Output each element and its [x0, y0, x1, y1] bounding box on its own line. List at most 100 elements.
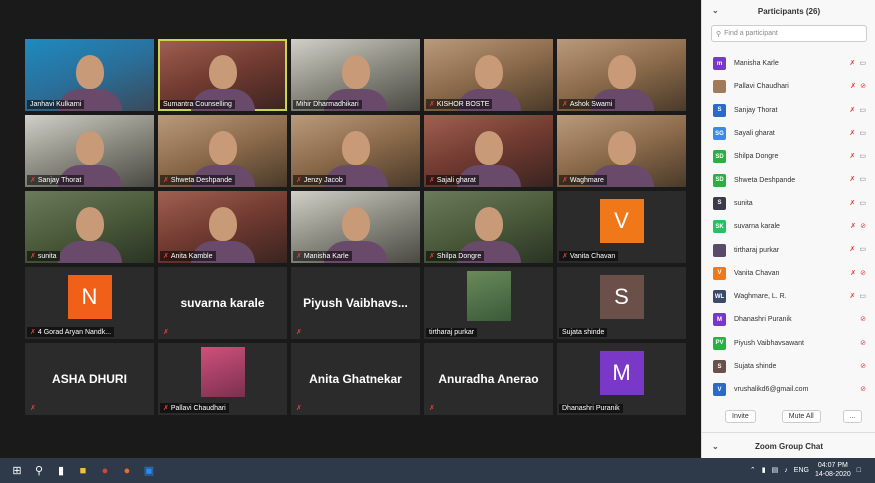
- video-tile[interactable]: Mihir Dharmadhikari: [291, 39, 420, 111]
- video-tile[interactable]: ✗ KISHOR BOSTE: [424, 39, 553, 111]
- mic-off-icon[interactable]: ✗: [850, 269, 856, 277]
- camera-icon[interactable]: ▭: [859, 129, 866, 137]
- video-tile[interactable]: N ✗ 4 Gorad Aryan Nandk...: [25, 267, 154, 339]
- network-icon[interactable]: ▤: [772, 466, 779, 474]
- video-tile[interactable]: ✗ Jenzy Jacob: [291, 115, 420, 187]
- task-view-icon[interactable]: ▮: [50, 458, 72, 483]
- video-tile[interactable]: ✗ sunita: [25, 191, 154, 263]
- video-tile[interactable]: M Dhanashri Puranik: [557, 343, 686, 415]
- participant-actions: Invite Mute All ...: [702, 405, 875, 427]
- more-button[interactable]: ...: [842, 409, 863, 423]
- mute-all-button[interactable]: Mute All: [781, 409, 821, 423]
- camera-off-icon[interactable]: ⊘: [860, 315, 866, 323]
- participant-row[interactable]: tirtharaj purkar ✗ ▭: [702, 238, 875, 261]
- participant-row[interactable]: SG Sayali gharat ✗ ▭: [702, 122, 875, 145]
- camera-icon[interactable]: ▭: [859, 199, 866, 207]
- participant-row[interactable]: m Manisha Karle ✗ ▭: [702, 52, 875, 75]
- mic-off-icon[interactable]: ✗: [850, 292, 856, 300]
- mic-off-icon[interactable]: ✗: [850, 152, 856, 160]
- video-tile[interactable]: Anita Ghatnekar ✗: [291, 343, 420, 415]
- mic-off-icon[interactable]: ✗: [850, 129, 856, 137]
- name-label: ✗ Ashok Swami: [559, 99, 616, 109]
- firefox-icon[interactable]: ●: [116, 458, 138, 483]
- muted-mic-icon: ✗: [30, 405, 36, 412]
- mic-off-icon[interactable]: ✗: [850, 199, 856, 207]
- person-icon[interactable]: ▮: [762, 466, 766, 474]
- chevron-up-icon[interactable]: ⌃: [750, 466, 756, 474]
- participant-row-name: Manisha Karle: [734, 60, 779, 68]
- camera-icon[interactable]: ▭: [859, 59, 866, 67]
- participant-status-icons: ⊘: [860, 339, 866, 347]
- participant-row[interactable]: S Sujata shinde ⊘: [702, 355, 875, 378]
- participant-row[interactable]: SK suvarna karale ✗ ⊘: [702, 215, 875, 238]
- video-tile[interactable]: ✗ Shweta Deshpande: [158, 115, 287, 187]
- participant-row[interactable]: M Dhanashri Puranik ⊘: [702, 308, 875, 331]
- camera-off-icon[interactable]: ⊘: [860, 82, 866, 90]
- video-tile[interactable]: ✗ Pallavi Chaudhari: [158, 343, 287, 415]
- participant-name: Ashok Swami: [569, 100, 613, 108]
- video-tile[interactable]: suvarna karale ✗: [158, 267, 287, 339]
- camera-off-icon[interactable]: ⊘: [860, 339, 866, 347]
- video-tile[interactable]: ✗ Sajali gharat: [424, 115, 553, 187]
- volume-icon[interactable]: ♪: [784, 467, 788, 474]
- video-tile[interactable]: ASHA DHURI ✗: [25, 343, 154, 415]
- participant-search[interactable]: ⚲ Find a participant: [711, 25, 867, 42]
- participant-row[interactable]: S Sanjay Thorat ✗ ▭: [702, 99, 875, 122]
- video-tile[interactable]: ✗ Shilpa Dongre: [424, 191, 553, 263]
- video-tile[interactable]: tirtharaj purkar: [424, 267, 553, 339]
- video-tile[interactable]: Anuradha Anerao ✗: [424, 343, 553, 415]
- participant-row[interactable]: PV Piyush Vaibhavsawant ⊘: [702, 332, 875, 355]
- zoom-icon[interactable]: ▣: [138, 458, 160, 483]
- mic-off-icon[interactable]: ✗: [850, 222, 856, 230]
- participants-panel: ⌄ Participants (26) ⚲ Find a participant…: [701, 0, 875, 458]
- clock[interactable]: 04:07 PM 14-08-2020: [815, 461, 851, 479]
- camera-icon[interactable]: ▭: [859, 106, 866, 114]
- group-chat-bar[interactable]: ⌄ Zoom Group Chat: [702, 432, 875, 459]
- video-tile[interactable]: V ✗ Vanita Chavan: [557, 191, 686, 263]
- camera-icon[interactable]: ▭: [859, 245, 866, 253]
- participant-row[interactable]: V Vanita Chavan ✗ ⊘: [702, 262, 875, 285]
- participant-row-name: Sujata shinde: [734, 363, 777, 370]
- participant-row[interactable]: Pallavi Chaudhari ✗ ⊘: [702, 75, 875, 98]
- notification-icon[interactable]: □: [857, 467, 861, 474]
- camera-icon[interactable]: ▭: [859, 175, 866, 183]
- search-icon[interactable]: ⚲: [28, 458, 50, 483]
- chrome-icon[interactable]: ●: [94, 458, 116, 483]
- muted-mic-icon: ✗: [296, 253, 302, 260]
- name-label: Dhanashri Puranik: [559, 404, 623, 413]
- participant-status-icons: ✗ ▭: [850, 175, 867, 183]
- video-tile[interactable]: ✗ Anita Kamble: [158, 191, 287, 263]
- participant-row[interactable]: WL Waghmare, L. R. ✗ ▭: [702, 285, 875, 308]
- language-label[interactable]: ENG: [794, 467, 809, 474]
- mic-off-icon[interactable]: ✗: [850, 59, 856, 67]
- video-tile[interactable]: S Sujata shinde: [557, 267, 686, 339]
- participant-row[interactable]: SD Shilpa Dongre ✗ ▭: [702, 145, 875, 168]
- video-tile[interactable]: ✗ Waghmare: [557, 115, 686, 187]
- video-tile[interactable]: Janhavi Kulkarni: [25, 39, 154, 111]
- camera-off-icon[interactable]: ⊘: [860, 222, 866, 230]
- participant-row[interactable]: Vvrushalikd6@gmail.com ⊘: [702, 378, 875, 401]
- start-icon[interactable]: ⊞: [6, 458, 28, 483]
- mic-off-icon[interactable]: ✗: [850, 175, 856, 183]
- video-tile[interactable]: Piyush Vaibhavs... ✗: [291, 267, 420, 339]
- video-tile[interactable]: Sumantra Counselling: [158, 39, 287, 111]
- mic-off-icon[interactable]: ✗: [850, 245, 856, 253]
- video-tile[interactable]: ✗ Ashok Swami: [557, 39, 686, 111]
- chat-chevron-icon[interactable]: ⌄: [712, 442, 719, 451]
- participant-row[interactable]: Ssunita ✗ ▭: [702, 192, 875, 215]
- camera-off-icon[interactable]: ⊘: [860, 269, 866, 277]
- camera-icon[interactable]: ▭: [859, 152, 866, 160]
- video-tile[interactable]: ✗ Manisha Karle: [291, 191, 420, 263]
- collapse-chevron-icon[interactable]: ⌄: [712, 6, 719, 15]
- participant-row[interactable]: SD Shweta Deshpande ✗ ▭: [702, 168, 875, 191]
- file-explorer-icon[interactable]: ■: [72, 458, 94, 483]
- windows-taskbar: ⊞ ⚲ ▮ ■ ● ● ▣ ⌃ ▮ ▤ ♪ ENG 04:07 PM 14-08…: [0, 458, 875, 483]
- invite-button[interactable]: Invite: [725, 409, 756, 423]
- video-tile[interactable]: ✗ Sanjay Thorat: [25, 115, 154, 187]
- camera-icon[interactable]: ▭: [859, 292, 866, 300]
- camera-off-icon[interactable]: ⊘: [860, 385, 866, 393]
- camera-off-icon[interactable]: ⊘: [860, 362, 866, 370]
- mic-off-icon[interactable]: ✗: [850, 82, 856, 90]
- participant-list[interactable]: m Manisha Karle ✗ ▭ Pallavi Chaudhari ✗ ⊘ S Sanj…: [702, 52, 875, 401]
- mic-off-icon[interactable]: ✗: [850, 106, 856, 114]
